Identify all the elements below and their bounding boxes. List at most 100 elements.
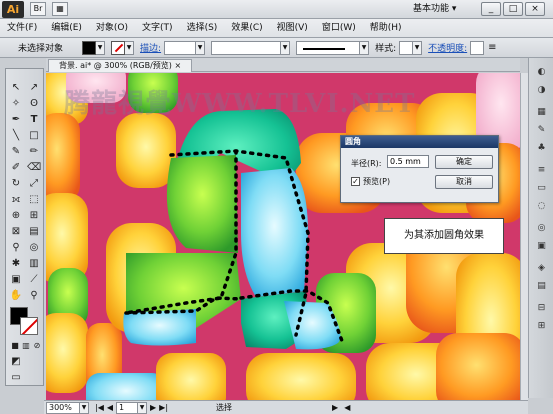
- menu-effect[interactable]: 效果(C): [224, 19, 269, 38]
- menu-edit[interactable]: 编辑(E): [44, 19, 89, 38]
- pen-tool-icon[interactable]: ✒: [9, 113, 23, 127]
- rectangle-tool-icon[interactable]: □: [27, 129, 41, 143]
- prev-page-icon[interactable]: ◀: [107, 403, 113, 412]
- type-tool-icon[interactable]: T: [27, 113, 41, 127]
- fill-dropdown-icon[interactable]: ▼: [96, 40, 105, 55]
- none-slash-icon: [114, 43, 124, 52]
- mesh-tool-icon[interactable]: ⊠: [9, 225, 23, 239]
- pathfinder-panel-icon[interactable]: ⊞: [535, 320, 548, 333]
- menu-select[interactable]: 选择(S): [180, 19, 225, 38]
- menu-file[interactable]: 文件(F): [0, 19, 44, 38]
- first-page-icon[interactable]: |◀: [95, 403, 104, 412]
- zoom-dropdown-icon[interactable]: ▼: [80, 401, 89, 414]
- maximize-button[interactable]: □: [503, 2, 523, 16]
- stroke-weight-dropdown-icon[interactable]: ▼: [196, 40, 206, 55]
- artboards-panel-icon[interactable]: ▤: [535, 280, 548, 293]
- document-tab[interactable]: 背景. ai* @ 300% (RGB/预览) ×: [48, 59, 193, 72]
- vertical-scrollbar[interactable]: [520, 73, 528, 400]
- menu-bar: Ai Br ▦: [0, 0, 553, 19]
- artboard-tool-icon[interactable]: ▣: [9, 273, 23, 287]
- brushes-panel-icon[interactable]: ✎: [535, 124, 548, 137]
- workspace-switcher[interactable]: 基本功能 ▾: [413, 2, 456, 17]
- style-swatch[interactable]: [399, 40, 414, 55]
- fill-swatch[interactable]: [82, 40, 96, 55]
- draw-mode-icon[interactable]: ◩: [9, 355, 23, 369]
- graphic-styles-panel-icon[interactable]: ▣: [535, 240, 548, 253]
- perspective-grid-tool-icon[interactable]: ⊞: [27, 209, 41, 223]
- hand-tool-icon[interactable]: ✋: [9, 289, 23, 303]
- shape-builder-tool-icon[interactable]: ⊕: [9, 209, 23, 223]
- zoom-tool-icon[interactable]: ⚲: [27, 289, 41, 303]
- pencil-tool-icon[interactable]: ✏: [27, 145, 41, 159]
- preview-checkbox[interactable]: ✓: [351, 177, 360, 186]
- eyedropper-tool-icon[interactable]: ⚲: [9, 241, 23, 255]
- stroke-color-icon[interactable]: [20, 317, 38, 335]
- document-tab-bar: 背景. ai* @ 300% (RGB/预览) ×: [46, 58, 520, 72]
- variable-width-dropdown-icon[interactable]: ▼: [281, 40, 291, 55]
- column-graph-tool-icon[interactable]: ▥: [27, 257, 41, 271]
- opacity-field[interactable]: [470, 40, 485, 55]
- direct-selection-tool-icon[interactable]: ↗: [27, 81, 41, 95]
- arrange-documents-button[interactable]: ▦: [52, 2, 68, 16]
- page-dropdown-icon[interactable]: ▼: [138, 401, 148, 414]
- tab-close-icon[interactable]: ×: [174, 61, 181, 70]
- selection-tool-icon[interactable]: ↖: [9, 81, 23, 95]
- minimize-button[interactable]: _: [481, 2, 501, 16]
- blend-tool-icon[interactable]: ◎: [27, 241, 41, 255]
- status-arrow-icon[interactable]: ▶: [332, 403, 338, 412]
- appearance-panel-icon[interactable]: ◎: [535, 222, 548, 235]
- radius-input[interactable]: [387, 155, 429, 168]
- screen-mode-icon[interactable]: ▭: [9, 371, 23, 385]
- width-tool-icon[interactable]: ⟗: [9, 193, 23, 207]
- lasso-tool-icon[interactable]: ʘ: [27, 97, 41, 111]
- brush-dropdown-icon[interactable]: ▼: [360, 40, 370, 55]
- stroke-link[interactable]: 描边:: [140, 41, 161, 54]
- menu-help[interactable]: 帮助(H): [363, 19, 409, 38]
- menu-object[interactable]: 对象(O): [89, 19, 135, 38]
- menu-view[interactable]: 视图(V): [270, 19, 315, 38]
- last-page-icon[interactable]: ▶|: [159, 403, 168, 412]
- page-field[interactable]: 1: [116, 401, 139, 414]
- stroke-panel-icon[interactable]: ≡: [535, 164, 548, 177]
- swatches-panel-icon[interactable]: ▦: [535, 106, 548, 119]
- panel-menu-icon[interactable]: ≡: [488, 42, 496, 53]
- scale-tool-icon[interactable]: ⤢: [27, 177, 41, 191]
- rotate-tool-icon[interactable]: ↻: [9, 177, 23, 191]
- stroke-none-slash-icon: [21, 318, 37, 334]
- opacity-link[interactable]: 不透明度:: [428, 41, 467, 54]
- brush-field[interactable]: [296, 40, 361, 55]
- layers-panel-icon[interactable]: ◈: [535, 262, 548, 275]
- bridge-button[interactable]: Br: [30, 2, 46, 16]
- style-dropdown-icon[interactable]: ▼: [413, 40, 423, 55]
- zoom-field[interactable]: 300%: [46, 401, 80, 414]
- menu-window[interactable]: 窗口(W): [315, 19, 363, 38]
- stroke-swatch[interactable]: [111, 40, 125, 55]
- slice-tool-icon[interactable]: ⟋: [27, 273, 41, 287]
- cancel-button[interactable]: 取消: [435, 175, 493, 189]
- ok-button[interactable]: 确定: [435, 155, 493, 169]
- gradient-tool-icon[interactable]: ▤: [27, 225, 41, 239]
- dialog-title: 圆角: [341, 136, 498, 148]
- eraser-tool-icon[interactable]: ⌫: [27, 161, 41, 175]
- next-page-icon[interactable]: ▶: [150, 403, 156, 412]
- variable-width-field[interactable]: [211, 40, 282, 55]
- main-menu: 文件(F) 编辑(E) 对象(O) 文字(T) 选择(S) 效果(C) 视图(V…: [0, 19, 553, 38]
- paintbrush-tool-icon[interactable]: ✎: [9, 145, 23, 159]
- magic-wand-tool-icon[interactable]: ✧: [9, 97, 23, 111]
- stroke-dropdown-icon[interactable]: ▼: [125, 40, 134, 55]
- free-transform-tool-icon[interactable]: ⬚: [27, 193, 41, 207]
- symbols-panel-icon[interactable]: ♣: [535, 142, 548, 155]
- transparency-panel-icon[interactable]: ◌: [535, 200, 548, 213]
- align-panel-icon[interactable]: ⊟: [535, 302, 548, 315]
- scroll-left-icon[interactable]: ◀: [344, 403, 350, 412]
- blob-brush-tool-icon[interactable]: ✐: [9, 161, 23, 175]
- menu-type[interactable]: 文字(T): [135, 19, 180, 38]
- color-guide-icon[interactable]: ◑: [535, 84, 548, 97]
- stroke-weight-field[interactable]: [164, 40, 197, 55]
- line-tool-icon[interactable]: ╲: [9, 129, 23, 143]
- gradient-panel-icon[interactable]: ▭: [535, 182, 548, 195]
- color-panel-icon[interactable]: ◐: [535, 66, 548, 79]
- symbol-sprayer-tool-icon[interactable]: ✱: [9, 257, 23, 271]
- none-mode-icon[interactable]: ⊘: [30, 339, 44, 353]
- close-button[interactable]: ×: [525, 2, 545, 16]
